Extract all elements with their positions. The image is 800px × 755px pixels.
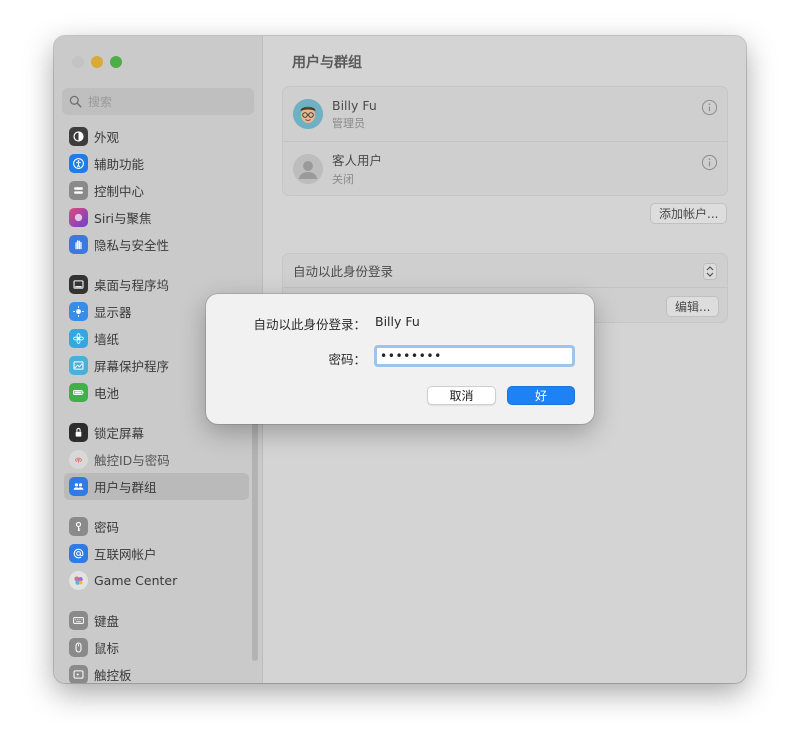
- sidebar-item-appearance[interactable]: 外观: [64, 123, 249, 150]
- sidebar-item-label: Game Center: [94, 573, 178, 588]
- sidebar-item-label: 触控ID与密码: [94, 453, 170, 468]
- nav-divider: [64, 594, 249, 607]
- search-input[interactable]: [88, 94, 238, 109]
- user-role: 关闭: [332, 173, 354, 186]
- screensaver-icon: [69, 356, 88, 375]
- sidebar-item-label: 锁定屏幕: [94, 426, 145, 441]
- keyboard-icon: [69, 611, 88, 630]
- cancel-button[interactable]: 取消: [427, 386, 496, 405]
- key-icon: [69, 517, 88, 536]
- sidebar-item-label: 显示器: [94, 305, 132, 320]
- user-name: Billy Fu: [332, 97, 377, 113]
- info-icon[interactable]: [701, 99, 718, 116]
- sidebar-item-label: 键盘: [94, 614, 120, 629]
- sidebar-item-label: 电池: [94, 386, 120, 401]
- control-center-icon: [69, 181, 88, 200]
- trackpad-icon: [69, 665, 88, 683]
- sidebar-item-label: 互联网帐户: [94, 547, 157, 562]
- search-icon: [69, 95, 82, 108]
- minimize-button[interactable]: [91, 56, 103, 68]
- game-center-icon: [69, 571, 88, 590]
- privacy-hand-icon: [69, 235, 88, 254]
- close-button[interactable]: [72, 56, 84, 68]
- sidebar-item-label: 鼠标: [94, 641, 120, 656]
- guest-avatar: [293, 153, 323, 184]
- at-icon: [69, 544, 88, 563]
- edit-button[interactable]: 编辑...: [666, 296, 720, 317]
- lock-icon: [69, 423, 88, 442]
- sidebar-item-label: 辅助功能: [94, 157, 145, 172]
- sidebar-item-trackpad[interactable]: 触控板: [64, 661, 249, 683]
- display-icon: [69, 302, 88, 321]
- user-role: 管理员: [332, 116, 365, 130]
- sidebar-item-label: 隐私与安全性: [94, 238, 170, 253]
- accessibility-icon: [69, 154, 88, 173]
- sidebar-item-label: 桌面与程序坞: [94, 278, 170, 293]
- autologin-dialog: 自动以此身份登录： Billy Fu 密码： 取消 好: [206, 294, 594, 424]
- autologin-user-value: Billy Fu: [375, 314, 420, 329]
- sidebar-item-label: 外观: [94, 130, 120, 145]
- password-input[interactable]: [380, 349, 560, 363]
- ok-button[interactable]: 好: [507, 386, 575, 405]
- info-icon[interactable]: [701, 154, 718, 171]
- traffic-lights: [72, 56, 122, 68]
- mouse-icon: [69, 638, 88, 657]
- desktop-dock-icon: [69, 275, 88, 294]
- sidebar-item-label: 屏幕保护程序: [94, 359, 170, 374]
- sidebar-item-siri[interactable]: Siri与聚焦: [64, 204, 249, 231]
- sidebar-item-keyboard[interactable]: 键盘: [64, 607, 249, 634]
- sidebar-item-passwords[interactable]: 密码: [64, 513, 249, 540]
- sidebar-item-label: 触控板: [94, 668, 132, 683]
- users-icon: [69, 477, 88, 496]
- user-row[interactable]: Billy Fu 管理员: [283, 87, 727, 141]
- siri-icon: [69, 208, 88, 227]
- appearance-icon: [69, 127, 88, 146]
- sidebar-item-mouse[interactable]: 鼠标: [64, 634, 249, 661]
- wallpaper-icon: [69, 329, 88, 348]
- maximize-button[interactable]: [110, 56, 122, 68]
- sidebar-item-control-center[interactable]: 控制中心: [64, 177, 249, 204]
- password-label: 密码：: [328, 352, 366, 367]
- memoji-avatar: [293, 99, 323, 129]
- search-field[interactable]: [62, 88, 254, 115]
- sidebar-item-accessibility[interactable]: 辅助功能: [64, 150, 249, 177]
- autologin-row[interactable]: 自动以此身份登录: [283, 254, 727, 288]
- battery-icon: [69, 383, 88, 402]
- page-title: 用户与群组: [292, 55, 362, 71]
- user-row[interactable]: 客人用户 关闭: [283, 141, 727, 195]
- sidebar-item-touch-id[interactable]: 触控ID与密码: [64, 446, 249, 473]
- sidebar-item-label: 控制中心: [94, 184, 145, 199]
- sidebar-item-users-groups[interactable]: 用户与群组: [64, 473, 249, 500]
- sidebar-item-label: Siri与聚焦: [94, 211, 152, 226]
- chevron-up-down-icon[interactable]: [703, 263, 717, 280]
- password-field[interactable]: [374, 345, 575, 367]
- fingerprint-icon: [69, 450, 88, 469]
- add-account-button[interactable]: 添加帐户...: [650, 203, 728, 224]
- nav-divider: [64, 258, 249, 271]
- users-list: Billy Fu 管理员 客人用户 关闭: [282, 86, 728, 196]
- sidebar-item-label: 墙纸: [94, 332, 120, 347]
- sidebar-item-label: 用户与群组: [94, 480, 157, 495]
- sidebar-item-internet-accounts[interactable]: 互联网帐户: [64, 540, 249, 567]
- autologin-label: 自动以此身份登录: [293, 264, 394, 279]
- sidebar-item-label: 密码: [94, 520, 120, 535]
- sidebar-item-game-center[interactable]: Game Center: [64, 567, 249, 594]
- autologin-dialog-label: 自动以此身份登录：: [253, 317, 366, 332]
- nav-divider: [64, 500, 249, 513]
- sidebar-item-privacy[interactable]: 隐私与安全性: [64, 231, 249, 258]
- user-name: 客人用户: [332, 153, 383, 168]
